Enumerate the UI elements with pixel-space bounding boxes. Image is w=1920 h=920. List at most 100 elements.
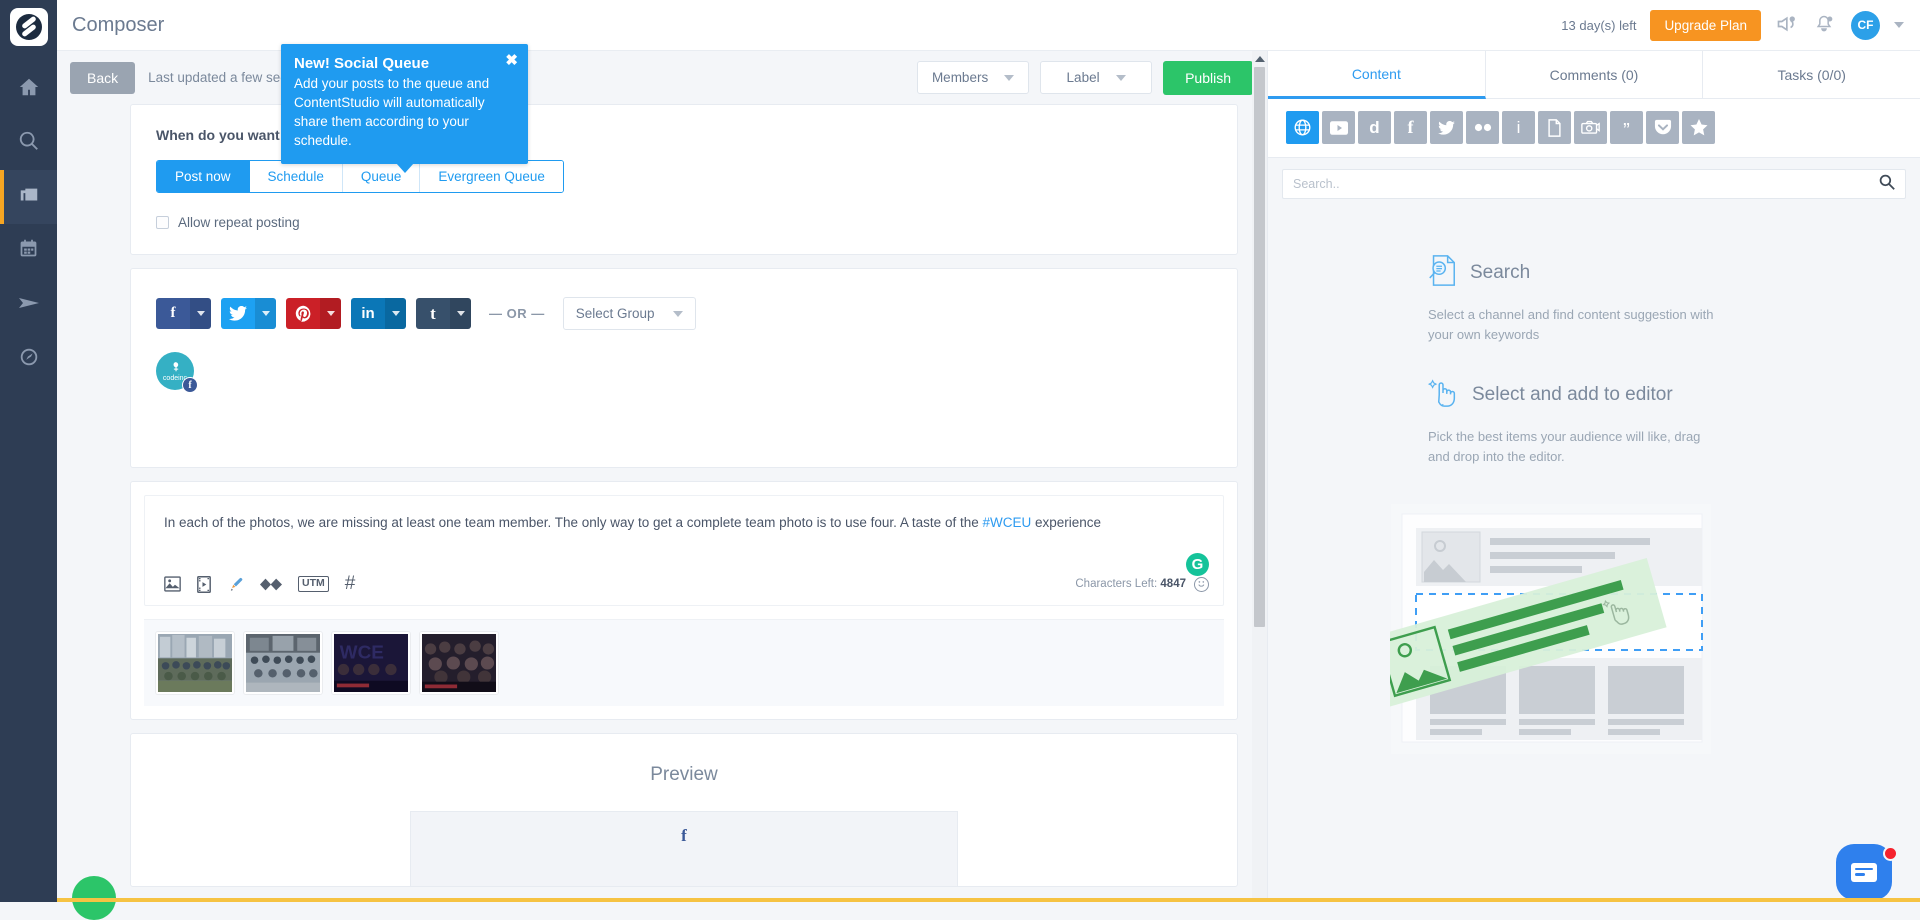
hashtag-icon[interactable]: #	[345, 573, 356, 595]
tumblr-dropdown-toggle[interactable]	[450, 298, 471, 329]
avatar[interactable]: CF	[1851, 11, 1880, 40]
grammarly-icon[interactable]: G	[1186, 553, 1209, 576]
link-shortener-icon[interactable]	[260, 578, 282, 591]
media-thumbnail[interactable]	[244, 632, 322, 694]
facebook-icon[interactable]: f	[1394, 111, 1427, 144]
tab-comments[interactable]: Comments (0)	[1486, 51, 1704, 99]
publish-timing-tabs: Post now Schedule Queue Evergreen Queue	[156, 160, 564, 193]
hashtag-glyph: #	[345, 573, 356, 595]
back-button[interactable]: Back	[70, 62, 135, 94]
chevron-down-icon	[1004, 75, 1014, 81]
post-hashtag[interactable]: #WCEU	[982, 515, 1031, 530]
web-globe-icon[interactable]	[1286, 111, 1319, 144]
select-hand-icon	[1426, 375, 1460, 414]
youtube-icon[interactable]	[1322, 111, 1355, 144]
chat-widget[interactable]	[1836, 844, 1898, 900]
allow-repeat-checkbox[interactable]	[156, 216, 169, 229]
contentstudio-logo[interactable]	[10, 8, 48, 46]
daily-motion-icon[interactable]: d	[1358, 111, 1391, 144]
sidebar-item-composer[interactable]	[0, 170, 57, 224]
favorites-icon[interactable]	[1682, 111, 1715, 144]
sidebar-item-discovery[interactable]	[0, 116, 57, 170]
composer-main-column: Back Last updated a few seconds ago Memb…	[57, 51, 1266, 902]
twitter-icon[interactable]	[1430, 111, 1463, 144]
media-thumbnail[interactable]	[156, 632, 234, 694]
linkedin-icon: in	[351, 298, 385, 329]
add-video-icon[interactable]	[197, 576, 211, 593]
network-button-facebook[interactable]: f	[156, 298, 211, 329]
select-group-dropdown[interactable]: Select Group	[563, 297, 696, 330]
discovery-block-search: Search	[1426, 254, 1920, 292]
chevron-down-icon	[673, 311, 683, 317]
editor-meta: Characters Left: 4847	[1075, 577, 1209, 592]
emoji-picker-icon[interactable]	[1194, 577, 1209, 592]
network-button-twitter[interactable]	[221, 298, 276, 329]
scrollbar-thumb[interactable]	[1254, 67, 1265, 627]
instagram-icon[interactable]: i	[1502, 111, 1535, 144]
chevron-down-icon	[1116, 75, 1126, 81]
pinterest-dropdown-toggle[interactable]	[320, 298, 341, 329]
tab-tasks[interactable]: Tasks (0/0)	[1703, 51, 1920, 99]
close-icon[interactable]: ✖	[505, 53, 518, 68]
sidebar-item-planner[interactable]	[0, 224, 57, 278]
flickr-icon[interactable]	[1466, 111, 1499, 144]
characters-left-label: Characters Left:	[1075, 578, 1157, 590]
media-thumbnail[interactable]: WCE	[332, 632, 410, 694]
media-thumbnail[interactable]	[420, 632, 498, 694]
article-icon[interactable]	[1538, 111, 1571, 144]
chevron-down-icon	[262, 311, 270, 316]
toolbar-actions: Members Label Publish	[917, 61, 1253, 95]
pinterest-icon	[286, 298, 320, 329]
publish-button[interactable]: Publish	[1163, 61, 1253, 95]
network-button-linkedin[interactable]: in	[351, 298, 406, 329]
twitter-dropdown-toggle[interactable]	[255, 298, 276, 329]
facebook-dropdown-toggle[interactable]	[190, 298, 211, 329]
search-icon	[18, 130, 40, 157]
content-discovery-panel: Content Comments (0) Tasks (0/0) d f i ”	[1267, 51, 1920, 902]
chat-unread-badge	[1883, 846, 1898, 861]
selected-account-chip[interactable]: codeinc f	[156, 352, 196, 392]
tooltip-body: Add your posts to the queue and ContentS…	[294, 74, 515, 151]
network-button-pinterest[interactable]	[286, 298, 341, 329]
select-group-label: Select Group	[576, 306, 655, 321]
notification-bell-icon[interactable]	[1813, 14, 1837, 36]
timing-tab-schedule[interactable]: Schedule	[250, 161, 343, 192]
sidebar-item-analytics[interactable]	[0, 332, 57, 386]
label-label: Label	[1067, 70, 1100, 85]
brush-icon[interactable]	[227, 576, 244, 593]
sidebar-item-publish[interactable]	[0, 278, 57, 332]
post-text-part2: experience	[1031, 515, 1101, 530]
add-image-icon[interactable]	[164, 576, 181, 592]
search-icon[interactable]	[1879, 174, 1895, 195]
tab-content[interactable]: Content	[1268, 51, 1486, 99]
svg-text:WCE: WCE	[340, 642, 384, 663]
composer-action-toolbar: Back Last updated a few seconds ago Memb…	[57, 51, 1266, 104]
main-scrollbar[interactable]	[1252, 51, 1267, 902]
chat-sheet-glyph	[1851, 863, 1877, 882]
chevron-down-icon[interactable]	[1894, 22, 1904, 28]
timing-tab-post-now[interactable]: Post now	[157, 161, 250, 192]
announcement-icon[interactable]	[1775, 14, 1799, 36]
utm-label: UTM	[298, 576, 329, 592]
tumblr-icon: t	[416, 298, 450, 329]
scroll-up-button[interactable]	[1252, 51, 1267, 67]
post-editor-card: In each of the photos, we are missing at…	[130, 481, 1238, 720]
chevron-up-icon	[1255, 56, 1265, 62]
timing-tab-evergreen-queue[interactable]: Evergreen Queue	[420, 161, 563, 192]
search-input[interactable]	[1293, 177, 1879, 191]
giphy-icon[interactable]	[1574, 111, 1607, 144]
header-actions: 13 day(s) left Upgrade Plan CF	[1561, 10, 1904, 41]
utm-icon[interactable]: UTM	[298, 576, 329, 592]
upgrade-plan-button[interactable]: Upgrade Plan	[1650, 10, 1761, 41]
members-dropdown[interactable]: Members	[917, 61, 1029, 94]
post-text-part1: In each of the photos, we are missing at…	[164, 515, 982, 530]
discovery-search-title: Search	[1470, 262, 1530, 284]
quotes-icon[interactable]: ”	[1610, 111, 1643, 144]
sidebar-item-home[interactable]	[0, 62, 57, 116]
post-text-editor[interactable]: In each of the photos, we are missing at…	[145, 496, 1223, 567]
network-button-tumblr[interactable]: t	[416, 298, 471, 329]
linkedin-dropdown-toggle[interactable]	[385, 298, 406, 329]
content-search-bar[interactable]	[1282, 169, 1906, 199]
pocket-icon[interactable]	[1646, 111, 1679, 144]
label-dropdown[interactable]: Label	[1040, 61, 1152, 94]
